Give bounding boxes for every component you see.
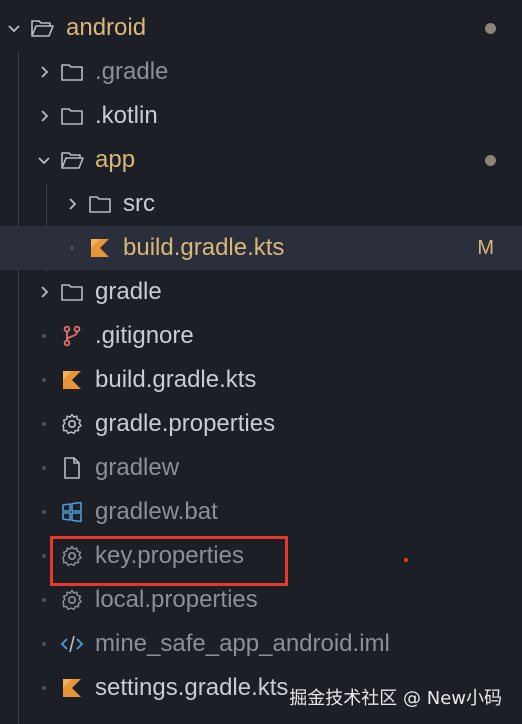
tree-row-label: .kotlin: [95, 102, 158, 129]
tree-row-label: build.gradle.kts: [95, 366, 257, 393]
tree-row-label: app: [95, 146, 136, 173]
modified-indicator-dot: [485, 155, 496, 166]
tree-row-folder[interactable]: src: [0, 182, 522, 226]
chevron-down-icon[interactable]: [36, 152, 52, 168]
file-explorer-tree: android .gradle .kotlin app src build.gr…: [0, 0, 522, 724]
chevron-down-icon[interactable]: [6, 20, 22, 36]
kotlin-icon: [60, 676, 84, 700]
folder-icon: [60, 280, 84, 304]
tree-row-folder[interactable]: .gradle: [0, 50, 522, 94]
tree-row-file[interactable]: gradlew: [0, 446, 522, 490]
tree-row-file[interactable]: build.gradle.kts: [0, 358, 522, 402]
chevron-right-icon[interactable]: [36, 64, 52, 80]
tree-row-label: build.gradle.kts: [123, 234, 285, 261]
git-icon: [60, 324, 84, 348]
tree-row-label: .gradle: [95, 58, 169, 85]
leaf-dot: [42, 598, 46, 602]
code-icon: [60, 632, 84, 656]
kotlin-icon: [60, 368, 84, 392]
tree-row-label: gradlew.bat: [95, 498, 218, 525]
annotation-dot: [404, 558, 408, 562]
leaf-dot: [42, 334, 46, 338]
folder-open-icon: [30, 16, 54, 40]
tree-row-folder[interactable]: app: [0, 138, 522, 182]
tree-row-root[interactable]: android: [0, 6, 522, 50]
leaf-dot: [42, 642, 46, 646]
git-modified-badge: M: [477, 237, 494, 259]
leaf-dot: [70, 246, 74, 250]
folder-icon: [60, 104, 84, 128]
folder-icon: [88, 192, 112, 216]
leaf-dot: [42, 510, 46, 514]
watermark: 掘金技术社区 @ New小码: [289, 688, 502, 709]
kotlin-icon: [88, 236, 112, 260]
chevron-right-icon[interactable]: [36, 284, 52, 300]
tree-row-folder[interactable]: gradle: [0, 270, 522, 314]
modified-indicator-dot: [485, 23, 496, 34]
folder-open-icon: [60, 148, 84, 172]
tree-row-file[interactable]: gradlew.bat: [0, 490, 522, 534]
tree-row-file[interactable]: mine_safe_app_android.iml: [0, 622, 522, 666]
tree-row-label: gradle.properties: [95, 410, 276, 437]
highlight-box: [50, 536, 288, 586]
leaf-dot: [42, 422, 46, 426]
file-icon: [60, 456, 84, 480]
tree-row-folder[interactable]: .kotlin: [0, 94, 522, 138]
chevron-right-icon[interactable]: [36, 108, 52, 124]
windows-icon: [60, 500, 84, 524]
tree-row-label: mine_safe_app_android.iml: [95, 630, 390, 657]
chevron-right-icon[interactable]: [64, 196, 80, 212]
tree-row-label: gradlew: [95, 454, 180, 481]
folder-icon: [60, 60, 84, 84]
tree-row-label: src: [123, 190, 155, 217]
tree-row-label: settings.gradle.kts: [95, 674, 289, 701]
tree-row-file[interactable]: gradle.properties: [0, 402, 522, 446]
leaf-dot: [42, 686, 46, 690]
leaf-dot: [42, 466, 46, 470]
leaf-dot: [42, 554, 46, 558]
gear-icon: [60, 588, 84, 612]
tree-row-file[interactable]: .gitignore: [0, 314, 522, 358]
tree-row-label: android: [66, 14, 147, 41]
leaf-dot: [42, 378, 46, 382]
gear-icon: [60, 412, 84, 436]
tree-row-label: .gitignore: [95, 322, 194, 349]
tree-row-label: local.properties: [95, 586, 258, 613]
tree-row-label: gradle: [95, 278, 162, 305]
tree-row-file[interactable]: build.gradle.kts M: [0, 226, 522, 270]
